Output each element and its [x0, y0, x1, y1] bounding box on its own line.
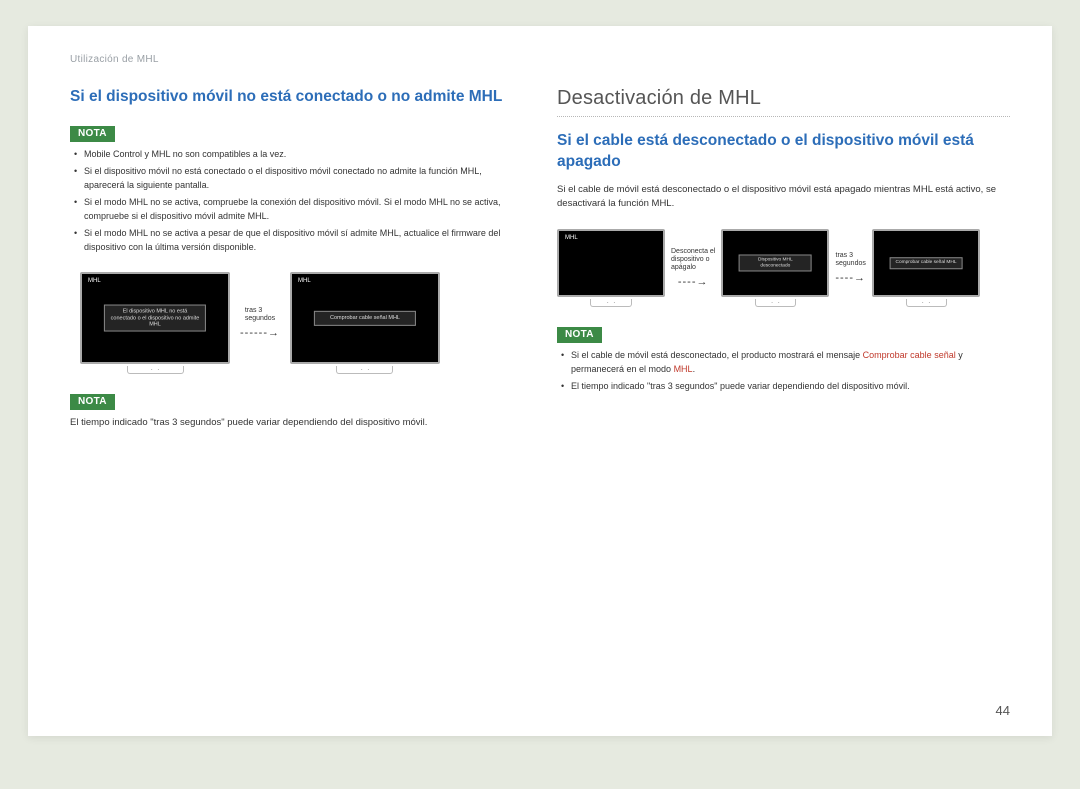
figure-arrow-label: Desconecta el dispositivo o apágalo ----… [671, 248, 715, 289]
screen-message: El dispositivo MHL no está conectado o e… [104, 305, 206, 332]
monitor-illustration: Comprobar cable señal MHL [872, 229, 980, 307]
arrow-text: tras 3 segundos [245, 307, 275, 323]
screen-mhl-label: MHL [88, 278, 101, 284]
right-intro-text: Si el cable de móvil está desconectado o… [557, 183, 1010, 212]
left-figure-row: MHL El dispositivo MHL no está conectado… [80, 272, 523, 374]
monitor-stand [755, 299, 796, 307]
arrow-icon: ----→ [835, 272, 866, 285]
screen-message: Comprobar cable señal MHL [890, 258, 963, 270]
bullet-item: Si el modo MHL no se activa a pesar de q… [74, 227, 523, 254]
nota-label: NOTA [70, 126, 115, 142]
note-text-part: Si el cable de móvil está desconectado, … [571, 350, 863, 360]
screen-mhl-label: MHL [565, 235, 578, 241]
screen-message: Comprobar cable señal MHL [314, 311, 416, 325]
monitor-screen: Comprobar cable señal MHL [872, 229, 980, 297]
nota-label: NOTA [557, 327, 602, 343]
figure-arrow-label: tras 3 segundos ----→ [835, 252, 866, 285]
right-bullet-list: Si el cable de móvil está desconectado, … [557, 349, 1010, 394]
bullet-item: Si el cable de móvil está desconectado, … [561, 349, 1010, 376]
monitor-illustration: MHL Comprobar cable señal MHL [290, 272, 440, 374]
arrow-text: tras 3 segundos [836, 252, 866, 268]
arrow-text: Desconecta el dispositivo o apágalo [671, 248, 715, 272]
right-figure-row: MHL Desconecta el dispositivo o apágalo … [557, 229, 1010, 307]
two-column-layout: Si el dispositivo móvil no está conectad… [70, 87, 1010, 439]
page-number: 44 [996, 703, 1010, 718]
monitor-stand [906, 299, 947, 307]
bullet-item: Mobile Control y MHL no son compatibles … [74, 148, 523, 162]
monitor-stand [590, 299, 631, 307]
right-heading: Si el cable está desconectado o el dispo… [557, 131, 1010, 173]
left-bullet-list-1: Mobile Control y MHL no son compatibles … [70, 148, 523, 255]
monitor-stand [127, 366, 184, 374]
screen-message: Dispositivo MHL desconectado [739, 255, 812, 272]
note-text-red: MHL [674, 364, 693, 374]
breadcrumb: Utilización de MHL [70, 54, 1010, 65]
monitor-screen: MHL El dispositivo MHL no está conectado… [80, 272, 230, 364]
nota-label: NOTA [70, 394, 115, 410]
arrow-icon: ----→ [678, 276, 709, 289]
note-text-red: Comprobar cable señal [863, 350, 956, 360]
bullet-item: El tiempo indicado "tras 3 segundos" pue… [561, 380, 1010, 394]
right-section-title: Desactivación de MHL [557, 87, 1010, 117]
right-column: Desactivación de MHL Si el cable está de… [557, 87, 1010, 439]
screen-mhl-label: MHL [298, 278, 311, 284]
monitor-stand [336, 366, 393, 374]
monitor-screen: Dispositivo MHL desconectado [721, 229, 829, 297]
figure-arrow-label: tras 3 segundos ------→ [240, 307, 280, 340]
manual-page: Utilización de MHL Si el dispositivo móv… [28, 26, 1052, 736]
monitor-illustration: MHL [557, 229, 665, 307]
note-text-part: . [693, 364, 696, 374]
monitor-illustration: Dispositivo MHL desconectado [721, 229, 829, 307]
arrow-icon: ------→ [240, 327, 280, 340]
monitor-illustration: MHL El dispositivo MHL no está conectado… [80, 272, 230, 374]
bullet-item: Si el modo MHL no se activa, compruebe l… [74, 196, 523, 223]
left-column: Si el dispositivo móvil no está conectad… [70, 87, 523, 439]
monitor-screen: MHL Comprobar cable señal MHL [290, 272, 440, 364]
left-note-2: El tiempo indicado "tras 3 segundos" pue… [70, 416, 523, 430]
bullet-item: Si el dispositivo móvil no está conectad… [74, 165, 523, 192]
left-heading: Si el dispositivo móvil no está conectad… [70, 87, 523, 108]
monitor-screen: MHL [557, 229, 665, 297]
